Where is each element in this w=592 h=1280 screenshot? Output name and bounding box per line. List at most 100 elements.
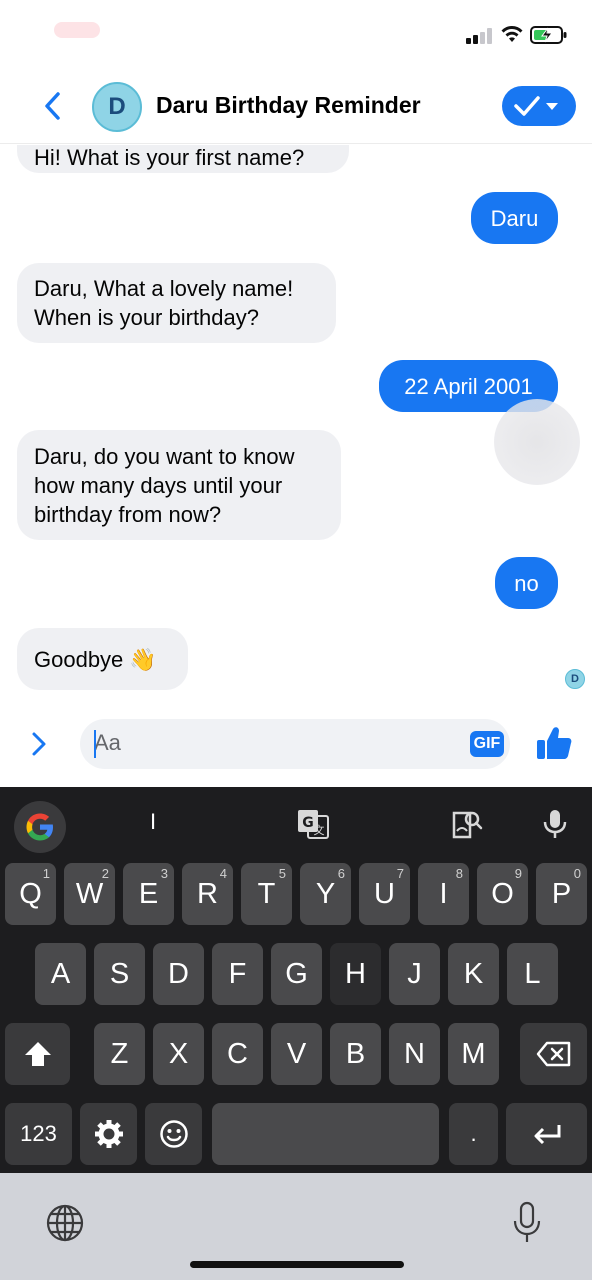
translate-icon[interactable]: G 文 (296, 807, 330, 841)
input-placeholder: Aa (94, 730, 121, 755)
svg-text:G: G (302, 815, 314, 831)
message-text: Goodbye 👋 (34, 646, 157, 672)
wifi-icon (501, 26, 523, 42)
key-a[interactable]: A (35, 943, 86, 1005)
shift-icon (24, 1042, 51, 1066)
key-label: W (75, 877, 104, 910)
key-c[interactable]: C (212, 1023, 263, 1085)
emoji-key[interactable] (145, 1103, 202, 1165)
message-text: Hi! What is your first name? (34, 145, 305, 170)
key-u[interactable]: U7 (359, 863, 410, 925)
key-n[interactable]: N (389, 1023, 440, 1085)
message-text: Daru (490, 205, 539, 231)
key-b[interactable]: B (330, 1023, 381, 1085)
key-g[interactable]: G (271, 943, 322, 1005)
seen-avatar: D (565, 669, 585, 689)
message-bubble-outgoing[interactable]: no (495, 557, 558, 609)
globe-icon[interactable] (45, 1203, 85, 1243)
message-list[interactable]: Hi! What is your first name? Daru Daru, … (0, 145, 592, 705)
battery-charging-icon (530, 26, 567, 44)
enter-icon (534, 1125, 560, 1145)
keyboard: I G 文 Q1 W2 E3 R4 T5 Y6 U7 I8 O9 P0 A S … (0, 787, 592, 1173)
google-g-icon[interactable] (14, 801, 66, 853)
thumbs-up-icon[interactable] (534, 723, 574, 763)
emoji-icon (159, 1120, 188, 1148)
key-p[interactable]: P0 (536, 863, 587, 925)
key-i[interactable]: I8 (418, 863, 469, 925)
message-bubble-incoming[interactable]: Goodbye 👋 (17, 628, 188, 690)
message-text: Daru, do you want to know how many days … (34, 443, 295, 527)
avatar[interactable]: D (92, 82, 142, 132)
message-text: Daru, What a lovely name! When is your b… (34, 276, 294, 330)
message-bubble-outgoing[interactable]: Daru (471, 192, 558, 244)
key-label: O (491, 877, 514, 910)
key-number: 6 (337, 866, 345, 881)
back-button[interactable] (38, 90, 68, 122)
message-input[interactable]: Aa GIF (80, 719, 510, 769)
done-dropdown-button[interactable] (502, 86, 576, 126)
composer: Aa GIF (0, 705, 592, 787)
key-m[interactable]: M (448, 1023, 499, 1085)
key-v[interactable]: V (271, 1023, 322, 1085)
key-e[interactable]: E3 (123, 863, 174, 925)
recording-indicator (54, 22, 100, 38)
key-x[interactable]: X (153, 1023, 204, 1085)
touch-indicator (494, 399, 580, 485)
svg-text:文: 文 (314, 823, 325, 837)
gif-button[interactable]: GIF (470, 731, 504, 757)
key-z[interactable]: Z (94, 1023, 145, 1085)
key-f[interactable]: F (212, 943, 263, 1005)
key-w[interactable]: W2 (64, 863, 115, 925)
message-bubble-incoming[interactable]: Daru, do you want to know how many days … (17, 430, 341, 540)
keyboard-bottom-bar (0, 1173, 592, 1280)
key-number: 8 (455, 866, 463, 881)
settings-key[interactable] (80, 1103, 137, 1165)
key-number: 4 (219, 866, 227, 881)
key-label: R (197, 877, 218, 910)
period-key[interactable]: . (449, 1103, 498, 1165)
shift-key[interactable] (5, 1023, 70, 1085)
key-o[interactable]: O9 (477, 863, 528, 925)
status-bar (0, 0, 592, 70)
keyboard-toolbar: I G 文 (0, 787, 592, 859)
key-number: 7 (396, 866, 404, 881)
chat-header: D Daru Birthday Reminder (0, 70, 592, 144)
key-number: 2 (101, 866, 109, 881)
key-label: Q (19, 877, 42, 910)
key-label: P (551, 877, 572, 910)
key-q[interactable]: Q1 (5, 863, 56, 925)
expand-actions-button[interactable] (28, 729, 50, 759)
microphone-icon[interactable] (538, 807, 572, 841)
numbers-key[interactable]: 123 (5, 1103, 72, 1165)
space-key[interactable] (212, 1103, 439, 1165)
suggestion-text[interactable]: I (150, 809, 156, 835)
key-h[interactable]: H (330, 943, 381, 1005)
text-caret (94, 730, 96, 758)
sticker-search-icon[interactable] (450, 807, 484, 841)
key-l[interactable]: L (507, 943, 558, 1005)
key-number: 9 (514, 866, 522, 881)
key-j[interactable]: J (389, 943, 440, 1005)
page-title[interactable]: Daru Birthday Reminder (156, 92, 421, 119)
message-bubble-incoming[interactable]: Daru, What a lovely name! When is your b… (17, 263, 336, 343)
gear-icon (94, 1120, 123, 1148)
key-k[interactable]: K (448, 943, 499, 1005)
key-t[interactable]: T5 (241, 863, 292, 925)
message-text: 22 April 2001 (404, 373, 533, 399)
backspace-icon (536, 1041, 570, 1067)
key-d[interactable]: D (153, 943, 204, 1005)
key-label: I (439, 877, 448, 910)
key-r[interactable]: R4 (182, 863, 233, 925)
message-bubble-incoming[interactable]: Hi! What is your first name? (17, 145, 349, 173)
home-indicator[interactable] (190, 1261, 404, 1268)
key-number: 1 (42, 866, 50, 881)
key-number: 5 (278, 866, 286, 881)
backspace-key[interactable] (520, 1023, 587, 1085)
key-label: U (374, 877, 395, 910)
dictation-microphone-icon[interactable] (512, 1201, 542, 1245)
key-label: E (138, 877, 159, 910)
key-s[interactable]: S (94, 943, 145, 1005)
enter-key[interactable] (506, 1103, 587, 1165)
cellular-signal-icon (466, 28, 494, 44)
key-y[interactable]: Y6 (300, 863, 351, 925)
